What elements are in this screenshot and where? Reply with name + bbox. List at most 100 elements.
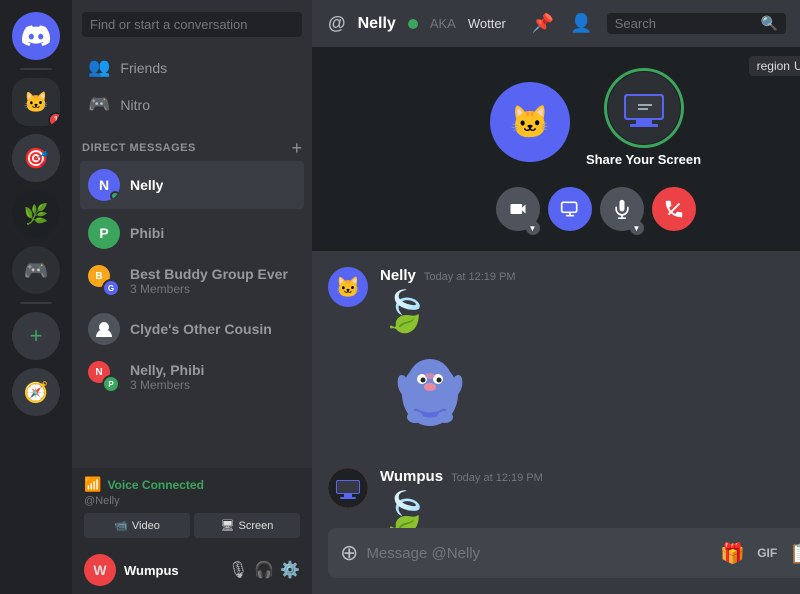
dm-item-name-phibi: Phibi (130, 225, 164, 241)
video-call-area: region US West ▼ 🐱 (312, 48, 800, 251)
dm-item-info-clydes: Clyde's Other Cousin (130, 321, 272, 337)
dm-add-button[interactable]: + (291, 139, 302, 157)
dm-item-nelly[interactable]: N Nelly (80, 161, 304, 209)
dm-item-name-best-buddy: Best Buddy Group Ever (130, 266, 288, 282)
dm-item-phibi[interactable]: P Phibi (80, 209, 304, 257)
call-controls: ▼ ▼ (496, 187, 696, 231)
video-avatar-nelly: 🐱 (490, 82, 570, 162)
message-input-wrapper: ⊕ 🎁 GIF 📋 😊 (328, 528, 800, 578)
chat-msg-avatar-nelly: 🐱 (328, 267, 368, 307)
chat-message-wumpus: Wumpus Today at 12:19 PM 🍃 (328, 468, 800, 528)
dm-item-sub-best-buddy: 3 Members (130, 282, 288, 296)
dm-avatar-phibi: P (88, 217, 120, 249)
sticker-btn[interactable]: 📋 (789, 541, 800, 566)
dm-avatar-best-buddy: B G (88, 265, 120, 297)
voice-video-btn[interactable]: 📹 Video (84, 513, 190, 538)
dm-avatar-nelly: N (88, 169, 120, 201)
dm-nav: 👥 Friends 🎮 Nitro (72, 49, 312, 123)
header-pin-button[interactable]: 📌 (530, 11, 556, 36)
user-name: Wumpus (124, 563, 220, 578)
voice-bar-sub: @Nelly (84, 495, 300, 507)
server-sidebar: 🐱 1 🎯 🌿 🎮 + 🧭 (0, 0, 72, 594)
server-icon-3[interactable]: 🌿 (12, 190, 60, 238)
server-icon-4[interactable]: 🎮 (12, 246, 60, 294)
voice-bar-top: 📶 Voice Connected (84, 476, 300, 493)
app-container: 🐱 1 🎯 🌿 🎮 + 🧭 👥 Friends 🎮 Nitro (0, 0, 800, 594)
header-search-input[interactable] (615, 16, 755, 31)
deafen-button[interactable]: 🎧 (254, 560, 274, 580)
dm-item-nelly-phibi[interactable]: N P Nelly, Phibi 3 Members (80, 353, 304, 401)
dm-item-info-nelly-phibi: Nelly, Phibi 3 Members (130, 362, 204, 392)
header-add-friend-button[interactable]: 👤 (568, 11, 594, 36)
region-label: region (757, 59, 790, 73)
server-icon-2[interactable]: 🎯 (12, 134, 60, 182)
header-search: 🔍 (607, 13, 786, 34)
voice-video-label: Video (132, 520, 160, 532)
dm-item-clydes-cousin[interactable]: Clyde's Other Cousin (80, 305, 304, 353)
dm-avatar-nelly-phibi: N P (88, 361, 120, 393)
video-icon: 📹 (114, 519, 128, 532)
message-input-add-btn[interactable]: ⊕ (340, 528, 358, 578)
user-area: W Wumpus 🎙 🎧 ⚙️ (72, 546, 312, 594)
chat-msg-name-wumpus: Wumpus (380, 468, 443, 485)
gift-btn[interactable]: 🎁 (720, 541, 745, 566)
friends-icon: 👥 (88, 57, 110, 78)
chat-msg-content-wumpus: Wumpus Today at 12:19 PM 🍃 (380, 468, 800, 528)
online-dot-nelly (110, 191, 120, 201)
header-at-icon: @ (328, 13, 346, 34)
sticker-leaf-wumpus: 🍃 (380, 489, 800, 528)
video-call-btn-group: ▼ (496, 187, 540, 231)
message-input-icons: 🎁 GIF 📋 😊 (720, 541, 800, 566)
search-icon: 🔍 (761, 15, 778, 32)
dm-item-info-phibi: Phibi (130, 225, 164, 241)
dm-item-name-nelly-phibi: Nelly, Phibi (130, 362, 204, 378)
dm-avatar-clydes (88, 313, 120, 345)
header-aka-label: AKA (430, 16, 456, 31)
explore-servers-button[interactable]: 🧭 (12, 368, 60, 416)
user-settings-button[interactable]: ⚙️ (280, 560, 300, 580)
video-participant-wumpus: Share Your Screen (586, 68, 701, 175)
screen-icon: 🖥 (221, 519, 235, 532)
user-controls: 🎙 🎧 ⚙️ (228, 560, 300, 580)
region-badge: region US West ▼ (749, 56, 800, 76)
gif-btn[interactable]: GIF (757, 546, 777, 560)
user-avatar: W (84, 554, 116, 586)
video-participant-nelly: 🐱 (490, 82, 570, 162)
friends-nav-item[interactable]: 👥 Friends (80, 49, 304, 86)
dm-search-input[interactable] (82, 12, 302, 37)
chat-message-nelly: 🐱 Nelly Today at 12:19 PM 🍃 (328, 267, 800, 452)
dm-section-title: Direct Messages (82, 142, 196, 154)
header-title: Nelly (358, 15, 396, 33)
server-icon-1[interactable]: 🐱 1 (12, 78, 60, 126)
dm-item-info-nelly: Nelly (130, 177, 163, 193)
mic-btn-chevron[interactable]: ▼ (630, 221, 644, 235)
chat-msg-name-nelly: Nelly (380, 267, 416, 284)
voice-bar: 📶 Voice Connected @Nelly 📹 Video 🖥 Scree… (72, 468, 312, 546)
main-header: @ Nelly AKA Wotter 📌 👤 🔍 📥 ❓ (312, 0, 800, 48)
end-call-btn[interactable] (652, 187, 696, 231)
region-value: US West (794, 59, 800, 73)
screen-share-btn[interactable] (548, 187, 592, 231)
chat-msg-header-nelly: Nelly Today at 12:19 PM (380, 267, 800, 284)
nitro-label: Nitro (120, 97, 150, 113)
dm-item-best-buddy[interactable]: B G Best Buddy Group Ever 3 Members (80, 257, 304, 305)
dm-search-bar (72, 0, 312, 49)
chat-msg-header-wumpus: Wumpus Today at 12:19 PM (380, 468, 800, 485)
sticker-leaf-nelly: 🍃 (380, 288, 800, 335)
voice-screen-label: Screen (239, 520, 274, 532)
nitro-nav-item[interactable]: 🎮 Nitro (80, 86, 304, 123)
dm-item-name-nelly: Nelly (130, 177, 163, 193)
voice-connected-title: Voice Connected (107, 478, 203, 492)
share-screen-label: Share Your Screen (586, 152, 701, 167)
video-avatars: 🐱 (490, 68, 701, 175)
chat-msg-time-nelly: Today at 12:19 PM (424, 271, 516, 283)
video-btn-chevron[interactable]: ▼ (526, 221, 540, 235)
server-divider (20, 68, 52, 70)
add-server-button[interactable]: + (12, 312, 60, 360)
message-input[interactable] (366, 533, 712, 574)
chat-msg-avatar-wumpus (328, 468, 368, 508)
discord-home-button[interactable] (12, 12, 60, 60)
friends-label: Friends (120, 60, 167, 76)
mute-button[interactable]: 🎙 (228, 560, 248, 580)
voice-screen-btn[interactable]: 🖥 Screen (194, 513, 300, 538)
